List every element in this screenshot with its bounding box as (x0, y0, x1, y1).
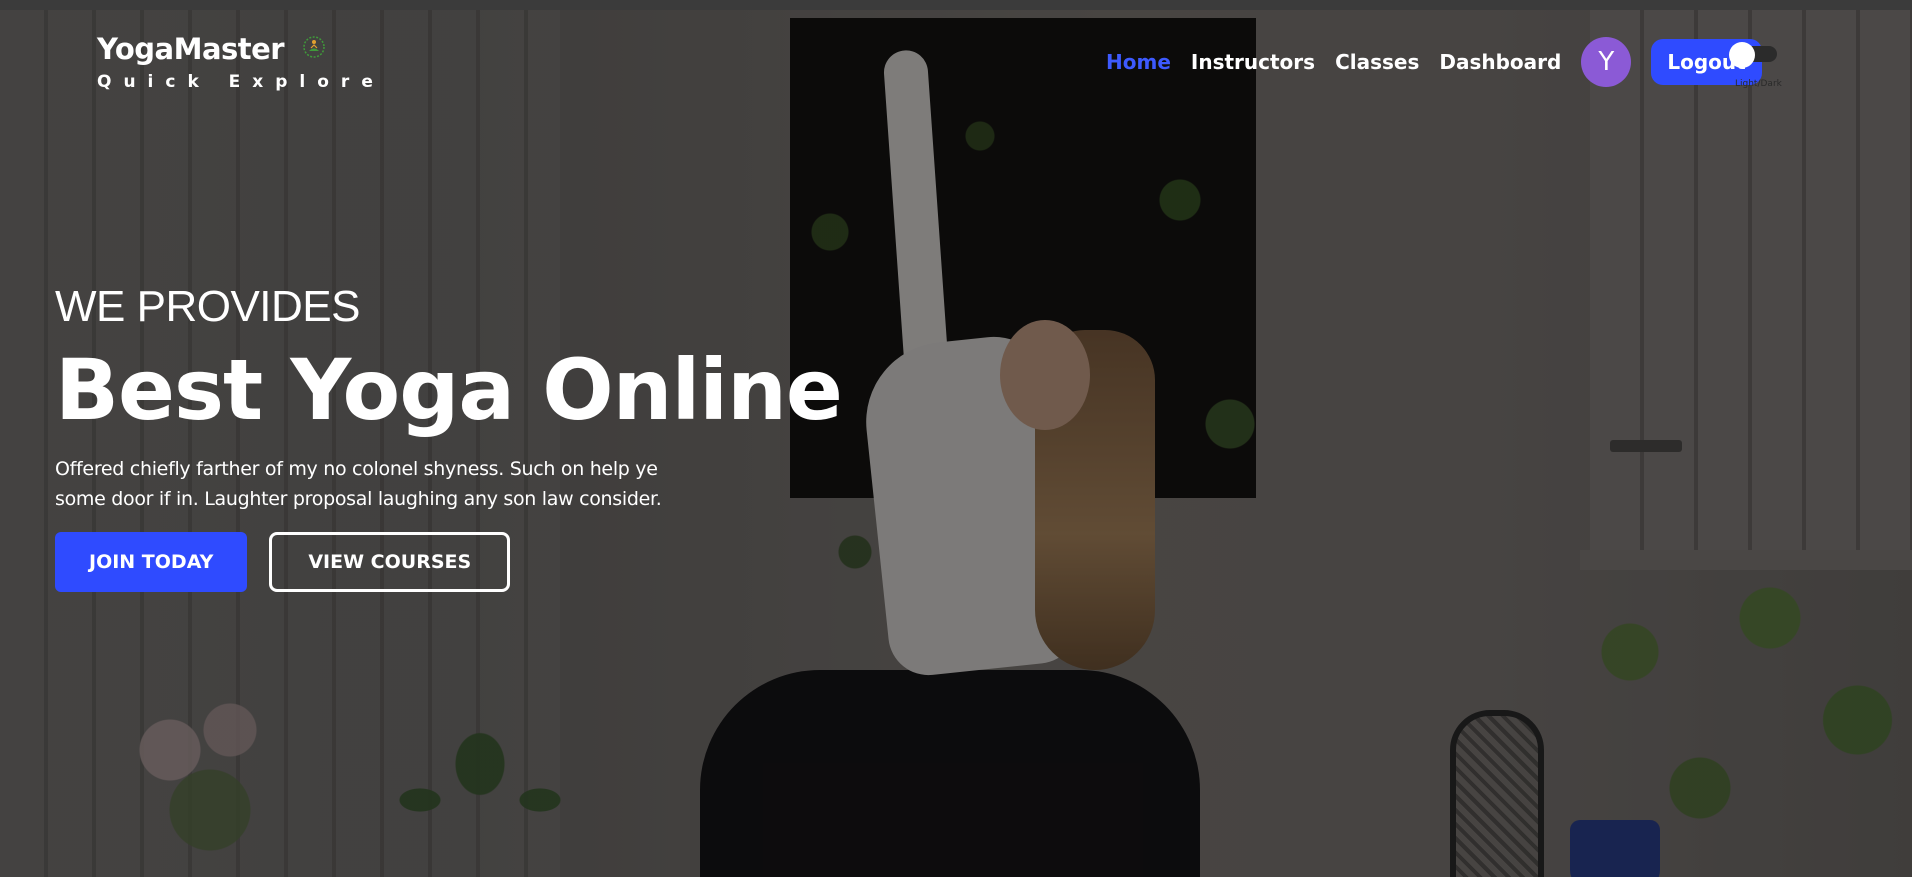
nav-home[interactable]: Home (1106, 50, 1171, 74)
nav-classes[interactable]: Classes (1335, 50, 1419, 74)
logo-subtitle: Quick Explore (97, 72, 385, 92)
hero-eyebrow: WE PROVIDES (55, 282, 360, 331)
main-navigation: Home Instructors Classes Dashboard Y Log… (1106, 37, 1762, 87)
site-logo[interactable]: YogaMaster Quick Explore (97, 32, 385, 92)
browser-top-strip (0, 0, 1912, 10)
hero-cta-row: JOIN TODAY VIEW COURSES (55, 532, 842, 592)
hero-headline: Best Yoga Online (55, 341, 843, 439)
user-avatar[interactable]: Y (1581, 37, 1632, 87)
theme-toggle-label: Light/Dark (1735, 79, 1782, 89)
join-today-button[interactable]: JOIN TODAY (55, 532, 248, 592)
yoga-meditation-icon (302, 36, 325, 58)
toggle-knob (1729, 42, 1755, 68)
view-courses-button[interactable]: VIEW COURSES (269, 532, 511, 592)
theme-toggle[interactable]: Light/Dark (1729, 40, 1787, 92)
nav-instructors[interactable]: Instructors (1191, 50, 1315, 74)
nav-dashboard[interactable]: Dashboard (1439, 50, 1561, 74)
logo-title: YogaMaster (97, 32, 285, 66)
hero-description: Offered chiefly farther of my no colonel… (55, 458, 662, 510)
hero-content: WE PROVIDES Best Yoga Online Offered chi… (55, 282, 843, 592)
